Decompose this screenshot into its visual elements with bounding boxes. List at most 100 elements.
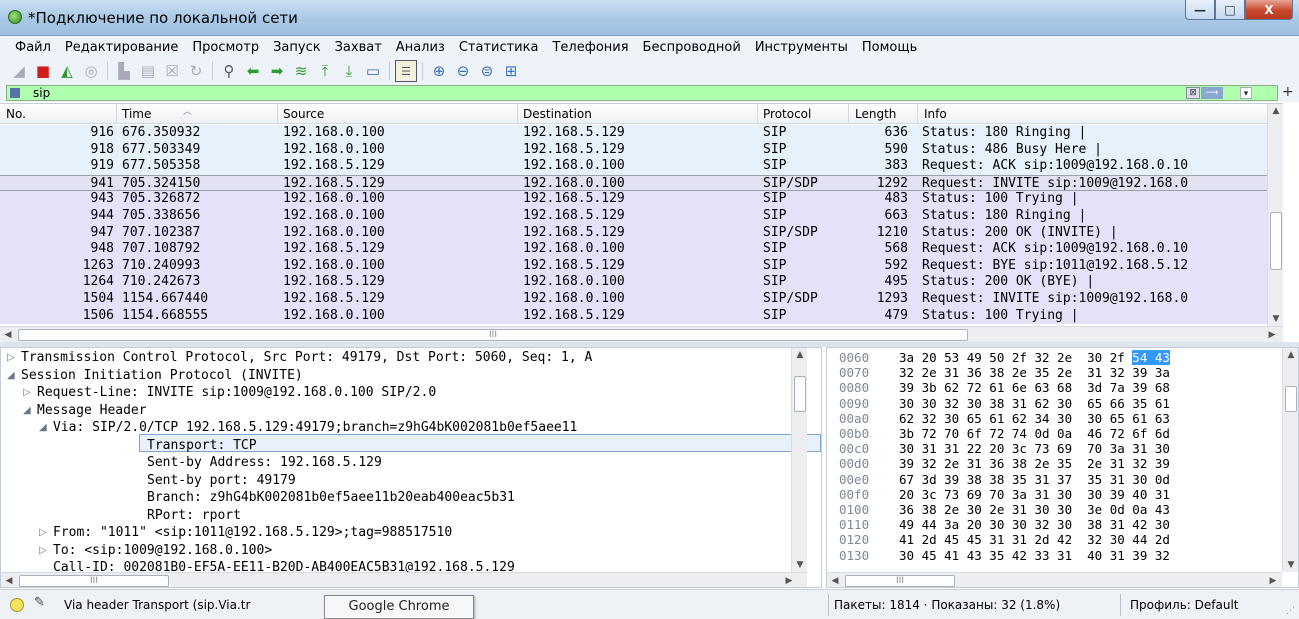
column-header-length[interactable]: Length xyxy=(855,107,896,121)
packet-row[interactable]: 1264 710.242673 192.168.5.129 192.168.0.100… xyxy=(0,274,1267,291)
scroll-up-icon[interactable]: ▲ xyxy=(792,348,808,362)
scrollbar-thumb[interactable] xyxy=(1285,386,1297,412)
collapsed-arrow-icon[interactable]: ▷ xyxy=(23,384,31,401)
packet-row[interactable]: 1263 710.240993 192.168.0.100 192.168.5.129… xyxy=(0,257,1267,275)
scroll-left-icon[interactable]: ◀ xyxy=(827,574,843,587)
normal-size-icon[interactable]: ⊜ xyxy=(476,60,498,82)
column-header-time[interactable]: Time xyxy=(122,107,151,121)
scrollbar-thumb[interactable]: III xyxy=(845,575,955,587)
restart-capture-icon[interactable]: ◭ xyxy=(56,60,78,82)
packet-row[interactable]: 919 677.505358 192.168.5.129 192.168.0.100 S… xyxy=(0,158,1267,175)
add-filter-button-icon[interactable]: + xyxy=(1282,84,1294,100)
menu-edit[interactable]: Редактирование xyxy=(58,40,185,55)
filter-clear-icon[interactable]: ⊠ xyxy=(1186,87,1200,99)
scroll-left-icon[interactable]: ◀ xyxy=(0,328,16,342)
hexdump-bytes-plain: 36 38 2e 30 2e 31 30 30 3e 0d 0a 43 xyxy=(899,502,1170,517)
shark-fin-start-icon[interactable]: ◢ xyxy=(8,60,30,82)
filter-apply-icon[interactable]: ⟶ xyxy=(1201,87,1223,99)
packet-row[interactable]: 941 705.324150 192.168.5.129 192.168.0.100 S… xyxy=(0,174,1267,192)
go-back-icon[interactable]: ⬅ xyxy=(242,60,264,82)
zoom-in-icon[interactable]: ⊕ xyxy=(428,60,450,82)
menu-capture[interactable]: Захват xyxy=(328,40,389,55)
go-last-icon[interactable]: ⤓ xyxy=(338,60,360,82)
go-to-packet-icon[interactable]: ≋ xyxy=(290,60,312,82)
column-header-destination[interactable]: Destination xyxy=(523,107,592,121)
collapsed-arrow-icon[interactable]: ▷ xyxy=(7,349,15,366)
collapsed-arrow-icon[interactable]: ▷ xyxy=(39,542,47,559)
expanded-arrow-icon[interactable]: ◢ xyxy=(7,367,15,384)
packet-list-vertical-scrollbar[interactable]: ▲ ▼ xyxy=(1267,104,1283,326)
packet-info: Status: 200 OK (BYE) | xyxy=(922,274,1095,290)
details-tree-label: Branch: z9hG4bK002081b0ef5aee11b20eab400… xyxy=(147,490,515,505)
packet-row[interactable]: 948 707.108792 192.168.5.129 192.168.0.100 S… xyxy=(0,241,1267,258)
save-file-icon[interactable]: ▤ xyxy=(137,60,159,82)
display-filter-bar: sip ⊠ ⟶ ▾ + xyxy=(0,84,1299,102)
auto-scroll-icon[interactable]: ▭ xyxy=(362,60,384,82)
menu-file[interactable]: Файл xyxy=(8,40,58,55)
menu-analyze[interactable]: Анализ xyxy=(389,40,452,55)
menu-view[interactable]: Просмотр xyxy=(185,40,266,55)
packet-row[interactable]: 918 677.503349 192.168.0.100 192.168.5.129 S… xyxy=(0,141,1267,159)
menu-help[interactable]: Помощь xyxy=(855,40,924,55)
expert-info-icon[interactable] xyxy=(10,598,24,612)
close-file-icon[interactable]: ☒ xyxy=(161,60,183,82)
display-filter-input[interactable]: sip xyxy=(6,85,1278,101)
resize-grip-icon[interactable]: ⋰ xyxy=(1286,606,1295,616)
scroll-down-icon[interactable]: ▼ xyxy=(1283,558,1298,572)
packet-row[interactable]: 1506 1154.668555 192.168.0.100 192.168.5.12… xyxy=(0,307,1267,325)
column-header-no[interactable]: No. xyxy=(6,107,26,121)
packet-list-horizontal-scrollbar[interactable]: ◀ III ▶ xyxy=(0,326,1283,342)
scrollbar-thumb[interactable]: III xyxy=(19,575,169,587)
details-vertical-scrollbar[interactable]: ▲ ▼ xyxy=(791,348,807,572)
scroll-right-icon[interactable]: ▶ xyxy=(1265,574,1281,587)
scroll-left-icon[interactable]: ◀ xyxy=(1,574,17,587)
packet-row[interactable]: 916 676.350932 192.168.0.100 192.168.5.129 S… xyxy=(0,125,1267,142)
packet-row[interactable]: 947 707.102387 192.168.0.100 192.168.5.129 S… xyxy=(0,224,1267,242)
open-file-icon[interactable]: ▙ xyxy=(113,60,135,82)
expanded-arrow-icon[interactable]: ◢ xyxy=(39,419,47,436)
zoom-out-icon[interactable]: ⊖ xyxy=(452,60,474,82)
packet-row[interactable]: 1504 1154.667440 192.168.5.129 192.168.0.10… xyxy=(0,291,1267,308)
column-header-info[interactable]: Info xyxy=(924,107,947,121)
capture-comment-icon[interactable]: ✎ xyxy=(34,595,45,610)
menu-go[interactable]: Запуск xyxy=(266,40,328,55)
profile-status[interactable]: Профиль: Default xyxy=(1130,598,1239,612)
packet-destination: 192.168.5.129 xyxy=(523,307,625,323)
go-forward-icon[interactable]: ➡ xyxy=(266,60,288,82)
resize-columns-icon[interactable]: ⊞ xyxy=(500,60,522,82)
menu-telephony[interactable]: Телефония xyxy=(545,40,635,55)
filter-dropdown-icon[interactable]: ▾ xyxy=(1240,87,1252,99)
scroll-right-icon[interactable]: ▶ xyxy=(1264,328,1280,342)
close-button[interactable]: X xyxy=(1245,0,1293,20)
menu-statistics[interactable]: Статистика xyxy=(452,40,546,55)
collapsed-arrow-icon[interactable]: ▷ xyxy=(39,524,47,541)
scrollbar-thumb[interactable] xyxy=(1270,212,1282,270)
bytes-vertical-scrollbar[interactable]: ▲ ▼ xyxy=(1282,348,1298,572)
details-horizontal-scrollbar[interactable]: ◀ III ▶ xyxy=(1,572,807,587)
packet-row[interactable]: 943 705.326872 192.168.0.100 192.168.5.129 S… xyxy=(0,191,1267,208)
minimize-button[interactable]: — xyxy=(1185,0,1215,20)
scrollbar-thumb[interactable] xyxy=(794,376,806,412)
scroll-right-icon[interactable]: ▶ xyxy=(781,574,797,587)
capture-options-icon[interactable]: ◎ xyxy=(80,60,102,82)
filter-bookmark-icon[interactable] xyxy=(10,88,20,98)
menu-wireless[interactable]: Беспроводной xyxy=(636,40,748,55)
scroll-down-icon[interactable]: ▼ xyxy=(1268,312,1284,326)
maximize-button[interactable]: □ xyxy=(1215,0,1245,20)
scroll-down-icon[interactable]: ▼ xyxy=(792,558,808,572)
scroll-up-icon[interactable]: ▲ xyxy=(1283,348,1298,362)
colorize-icon[interactable]: ☰ xyxy=(395,60,417,82)
column-header-protocol[interactable]: Protocol xyxy=(763,107,811,121)
go-first-icon[interactable]: ⤒ xyxy=(314,60,336,82)
reload-file-icon[interactable]: ↻ xyxy=(185,60,207,82)
packet-row[interactable]: 944 705.338656 192.168.0.100 192.168.5.129 S… xyxy=(0,208,1267,225)
stop-capture-icon[interactable]: ■ xyxy=(32,60,54,82)
expanded-arrow-icon[interactable]: ◢ xyxy=(23,402,31,419)
packet-time: 677.503349 xyxy=(122,141,201,157)
find-packet-icon[interactable]: ⚲ xyxy=(218,60,240,82)
bytes-horizontal-scrollbar[interactable]: ◀ III ▶ xyxy=(827,572,1282,587)
menu-tools[interactable]: Инструменты xyxy=(748,40,855,55)
scroll-up-icon[interactable]: ▲ xyxy=(1268,104,1284,118)
column-header-source[interactable]: Source xyxy=(283,107,324,121)
scrollbar-thumb[interactable]: III xyxy=(18,329,968,341)
